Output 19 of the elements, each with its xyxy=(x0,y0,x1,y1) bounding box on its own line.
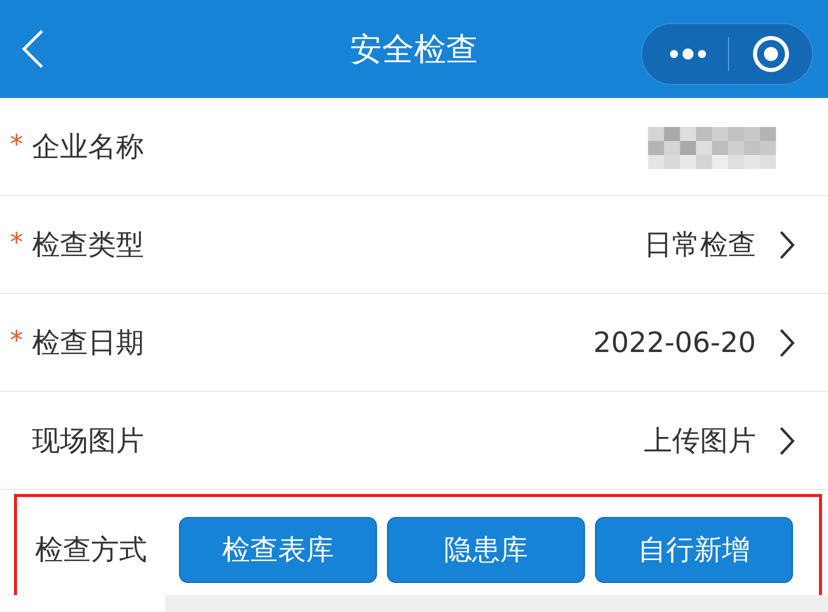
chevron-right-icon[interactable] xyxy=(778,426,796,456)
method-button[interactable]: 检查表库 xyxy=(179,517,377,583)
required-mark: * xyxy=(10,326,24,356)
chevron-right-icon[interactable] xyxy=(778,230,796,260)
field-label: 检查日期 xyxy=(32,324,145,360)
field-value[interactable]: 上传图片 xyxy=(644,422,756,460)
method-button[interactable]: 自行新增 xyxy=(595,517,793,583)
field-label: 检查类型 xyxy=(32,226,145,262)
field-label: 现场图片 xyxy=(32,422,145,458)
field-value[interactable]: 2022-06-20 xyxy=(593,326,756,359)
page-title: 安全检查 xyxy=(350,30,478,68)
field-label: 检查方式 xyxy=(35,532,148,568)
method-button[interactable]: 隐患库 xyxy=(387,517,585,583)
required-mark: * xyxy=(10,228,24,258)
field-value[interactable]: 日常检查 xyxy=(644,226,756,264)
chevron-right-icon[interactable] xyxy=(778,328,796,358)
more-icon[interactable] xyxy=(668,46,708,62)
field-label: 企业名称 xyxy=(32,128,145,164)
required-mark: * xyxy=(10,130,24,160)
